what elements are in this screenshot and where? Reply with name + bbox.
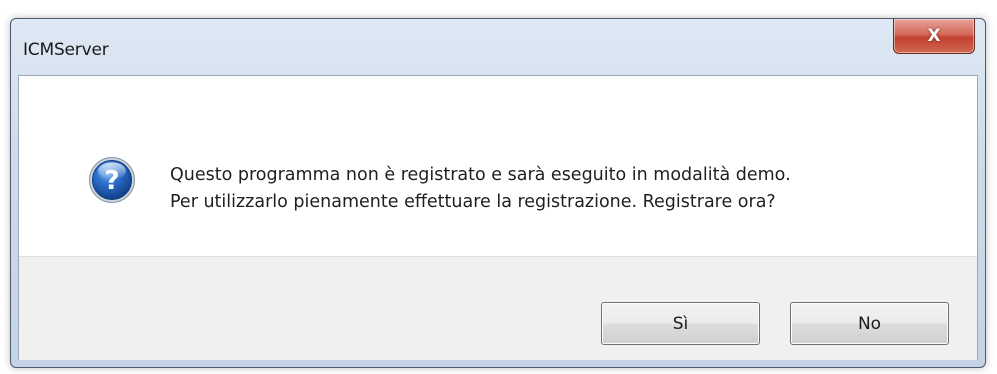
no-button[interactable]: No <box>790 302 949 345</box>
window-title: ICMServer <box>23 40 109 60</box>
title-bar[interactable]: ICMServer X <box>11 19 985 77</box>
message-line-2: Per utilizzarlo pienamente effettuare la… <box>170 192 776 212</box>
close-icon: X <box>927 26 941 46</box>
button-area: Sì No <box>19 256 977 360</box>
message-line-1: Questo programma non è registrato e sarà… <box>170 165 791 185</box>
no-button-label: No <box>857 313 882 334</box>
message-text: Questo programma non è registrato e sarà… <box>170 162 791 216</box>
close-button[interactable]: X <box>893 19 975 54</box>
dialog-content: ? Questo programma non è registrato e sa… <box>18 75 978 360</box>
dialog-window: ICMServer X ? Questo programma non è reg… <box>10 18 986 368</box>
question-icon: ? <box>89 157 135 203</box>
message-area: ? Questo programma non è registrato e sa… <box>19 76 977 256</box>
yes-button[interactable]: Sì <box>601 302 760 345</box>
yes-button-label: Sì <box>672 313 689 334</box>
svg-text:?: ? <box>104 166 119 196</box>
